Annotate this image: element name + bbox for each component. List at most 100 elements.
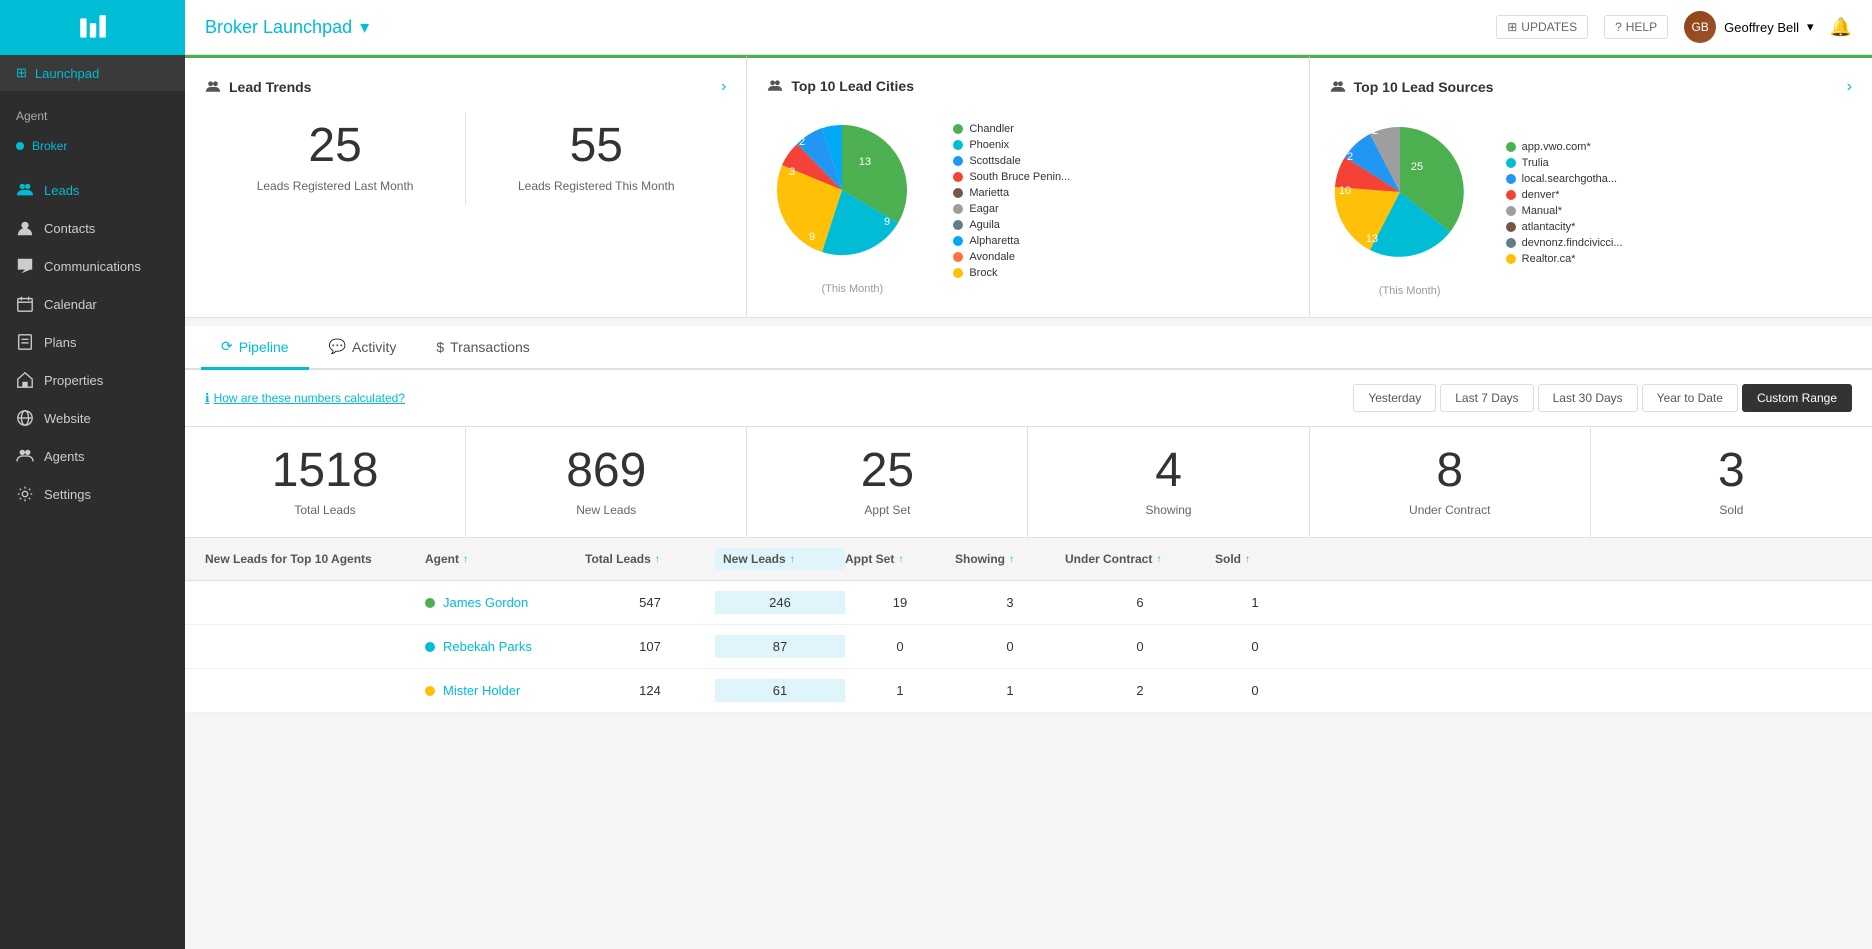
th-agent[interactable]: Agent ↑	[425, 552, 585, 566]
last-month-label: Leads Registered Last Month	[215, 178, 455, 195]
legend-item-alpharetta: Alpharetta	[953, 235, 1070, 247]
calculation-help-link[interactable]: ℹ How are these numbers calculated?	[205, 391, 405, 405]
showing-label: Showing	[1038, 503, 1298, 517]
header-dropdown-arrow[interactable]: ▾	[360, 17, 369, 38]
notification-icon[interactable]: 🔔	[1830, 17, 1852, 38]
sidebar-item-contacts[interactable]: Contacts	[0, 209, 185, 247]
sidebar-item-calendar[interactable]: Calendar	[0, 285, 185, 323]
transactions-tab-label: Transactions	[450, 339, 530, 355]
sold-label: Sold	[1601, 503, 1862, 517]
legend-item-trulia: Trulia	[1506, 157, 1623, 169]
th-appt-set[interactable]: Appt Set ↑	[845, 552, 955, 566]
transactions-tab-icon: $	[436, 339, 444, 355]
row2-sold: 0	[1215, 639, 1295, 654]
sidebar-item-launchpad[interactable]: ⊞ Launchpad	[0, 55, 185, 91]
sidebar-item-communications[interactable]: Communications	[0, 247, 185, 285]
website-icon	[16, 409, 34, 427]
row3-dot	[425, 686, 435, 696]
updates-icon: ⊞	[1507, 20, 1517, 34]
svg-text:2: 2	[819, 119, 825, 131]
svg-text:2: 2	[1372, 125, 1378, 137]
row1-sold: 1	[1215, 595, 1295, 610]
lead-trends-chevron[interactable]: ›	[721, 78, 726, 96]
legend-item-scottsdale: Scottsdale	[953, 155, 1070, 167]
top-cities-card: Top 10 Lead Cities	[747, 55, 1309, 317]
help-label: HELP	[1626, 20, 1657, 34]
total-leads-label: Total Leads	[195, 503, 455, 517]
th-under-contract[interactable]: Under Contract ↑	[1065, 552, 1215, 566]
sidebar-item-plans[interactable]: Plans	[0, 323, 185, 361]
updates-button[interactable]: ⊞ UPDATES	[1496, 15, 1588, 39]
pipeline-tab-icon: ⟳	[221, 338, 233, 355]
th-total-leads[interactable]: Total Leads ↑	[585, 552, 715, 566]
tab-pipeline[interactable]: ⟳ Pipeline	[201, 326, 309, 370]
total-leads-number: 1518	[195, 447, 455, 495]
date-filter-buttons: Yesterday Last 7 Days Last 30 Days Year …	[1353, 384, 1852, 412]
help-button[interactable]: ? HELP	[1604, 15, 1668, 39]
this-month-label: Leads Registered This Month	[476, 178, 716, 195]
row3-total-leads: 124	[585, 683, 715, 698]
sources-pie-svg: 25 13 10 2 2	[1330, 112, 1490, 272]
user-dropdown-arrow: ▾	[1807, 19, 1814, 35]
sidebar-role-broker[interactable]: Broker	[0, 131, 185, 161]
sidebar-item-settings[interactable]: Settings	[0, 475, 185, 513]
stat-new-leads: 869 New Leads	[466, 427, 747, 537]
last30days-button[interactable]: Last 30 Days	[1538, 384, 1638, 412]
svg-text:13: 13	[1366, 233, 1378, 245]
row2-appt-set: 0	[845, 639, 955, 654]
table-row: James Gordon 547 246 19 3 6 1	[185, 581, 1872, 625]
yesterday-button[interactable]: Yesterday	[1353, 384, 1436, 412]
th-new-leads[interactable]: New Leads ↑	[715, 548, 845, 570]
row3-agent-link[interactable]: Mister Holder	[443, 683, 520, 698]
row1-dot	[425, 598, 435, 608]
sidebar-item-plans-label: Plans	[44, 335, 77, 350]
sidebar-item-communications-label: Communications	[44, 259, 141, 274]
svg-text:25: 25	[1411, 161, 1423, 173]
tab-activity[interactable]: 💬 Activity	[309, 326, 417, 370]
appt-set-label: Appt Set	[757, 503, 1017, 517]
user-menu[interactable]: GB Geoffrey Bell ▾	[1684, 11, 1813, 43]
sidebar-item-agents[interactable]: Agents	[0, 437, 185, 475]
pipeline-tab-label: Pipeline	[239, 339, 289, 355]
sidebar-item-website[interactable]: Website	[0, 399, 185, 437]
legend-item-eagar: Eagar	[953, 203, 1070, 215]
sources-legend: app.vwo.com* Trulia local.searchgotha...…	[1506, 141, 1623, 269]
row1-agent-link[interactable]: James Gordon	[443, 595, 528, 610]
leads-last-month: 25 Leads Registered Last Month	[205, 112, 466, 205]
row2-agent-link[interactable]: Rebekah Parks	[443, 639, 532, 654]
sidebar-logo	[0, 0, 185, 55]
legend-item-avondale: Avondale	[953, 251, 1070, 263]
sources-icon	[1330, 79, 1346, 95]
tab-transactions[interactable]: $ Transactions	[416, 326, 549, 370]
last7days-button[interactable]: Last 7 Days	[1440, 384, 1533, 412]
leads-this-month: 55 Leads Registered This Month	[466, 112, 726, 205]
sidebar-item-leads[interactable]: Leads	[0, 171, 185, 209]
lead-trends-body: 25 Leads Registered Last Month 55 Leads …	[205, 112, 726, 205]
agents-table: New Leads for Top 10 Agents Agent ↑ Tota…	[185, 538, 1872, 713]
top-sources-header: Top 10 Lead Sources ›	[1330, 78, 1852, 96]
top-sources-chevron[interactable]: ›	[1847, 78, 1852, 96]
sidebar-role-agent[interactable]: Agent	[0, 101, 185, 131]
row3-agent: Mister Holder	[425, 683, 585, 698]
legend-item-marietta: Marietta	[953, 187, 1070, 199]
row2-under-contract: 0	[1065, 639, 1215, 654]
sidebar-item-properties[interactable]: Properties	[0, 361, 185, 399]
cities-period: (This Month)	[767, 283, 937, 295]
pipeline-filter-bar: ℹ How are these numbers calculated? Yest…	[185, 370, 1872, 427]
sort-appt-icon: ↑	[898, 554, 903, 565]
yeartodate-button[interactable]: Year to Date	[1642, 384, 1738, 412]
last-month-number: 25	[215, 122, 455, 170]
row1-total-leads: 547	[585, 595, 715, 610]
th-showing[interactable]: Showing ↑	[955, 552, 1065, 566]
sources-pie-chart: 25 13 10 2 2 (This Month)	[1330, 112, 1490, 297]
row2-new-leads: 87	[715, 635, 845, 658]
new-leads-number: 869	[476, 447, 736, 495]
top-cities-header: Top 10 Lead Cities	[767, 78, 1288, 94]
svg-text:2: 2	[799, 136, 805, 148]
th-sold[interactable]: Sold ↑	[1215, 552, 1295, 566]
customrange-button[interactable]: Custom Range	[1742, 384, 1852, 412]
lead-trends-icon	[205, 79, 221, 95]
appt-set-number: 25	[757, 447, 1017, 495]
agents-icon	[16, 447, 34, 465]
sidebar-item-agents-label: Agents	[44, 449, 84, 464]
